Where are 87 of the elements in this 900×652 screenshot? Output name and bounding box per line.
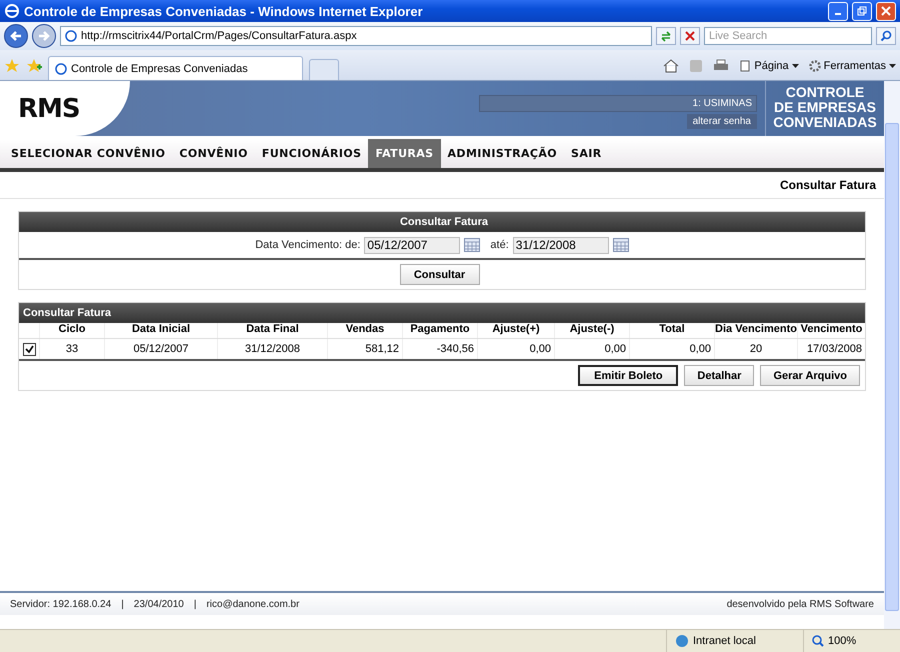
column-header: Vendas [327, 323, 402, 338]
forward-button[interactable] [32, 24, 56, 48]
brand-title: DE EMPRESAS [774, 100, 876, 115]
restore-icon [857, 6, 867, 16]
zoom-control[interactable]: 100% [803, 630, 880, 652]
printer-icon[interactable] [713, 59, 730, 73]
arrow-right-icon [37, 29, 51, 43]
date-label: até: [490, 239, 509, 251]
column-header: Ciclo [39, 323, 104, 338]
stop-button[interactable] [680, 27, 700, 45]
window-title: Controle de Empresas Conveniadas - Windows Internet Explorer [24, 4, 424, 18]
refresh-icon [660, 30, 672, 42]
browser-tab[interactable]: Controle de Empresas Conveniadas [48, 56, 303, 80]
back-button[interactable] [4, 24, 28, 48]
table-cell: -340,56 [402, 339, 477, 359]
column-header: Data Final [217, 323, 327, 338]
gear-icon [808, 60, 821, 72]
add-favorite-icon[interactable] [26, 58, 42, 74]
search-button[interactable] [876, 27, 896, 45]
search-button[interactable]: Consultar [400, 264, 480, 285]
brand-title: CONVENIADAS [773, 115, 877, 130]
command-menu[interactable]: Página [739, 60, 799, 72]
nav-tab[interactable]: CONVÊNIO [172, 139, 255, 168]
scrollbar[interactable] [884, 81, 900, 629]
minimize-icon [835, 13, 841, 15]
page-title: Consultar Fatura [780, 178, 876, 192]
table-cell: 20 [714, 339, 797, 359]
table-cell: 0,00 [629, 339, 714, 359]
action-button[interactable]: Emitir Boleto [578, 365, 678, 386]
column-header: Dia Vencimento [714, 323, 797, 338]
nav-tab[interactable]: SELECIONAR CONVÊNIO [4, 139, 172, 168]
row-checkbox[interactable] [22, 342, 36, 356]
table-cell: 581,12 [327, 339, 402, 359]
column-header: Total [629, 323, 714, 338]
restore-button[interactable] [852, 2, 872, 20]
footer-info: rico@danone.com.br [206, 598, 300, 610]
close-icon [881, 6, 891, 16]
zone-status: Intranet local [666, 630, 803, 652]
nav-tab[interactable]: FATURAS [368, 139, 441, 168]
table-cell: 05/12/2007 [104, 339, 217, 359]
command-menu[interactable]: Ferramentas [808, 60, 896, 72]
arrow-left-icon [9, 29, 23, 43]
separator: | [121, 598, 124, 610]
column-header: Pagamento [402, 323, 477, 338]
home-icon[interactable] [663, 59, 680, 73]
refresh-button[interactable] [656, 27, 676, 45]
footer-info: 23/04/2010 [134, 598, 184, 610]
zoom-icon [812, 635, 824, 647]
calendar-icon[interactable] [612, 238, 629, 252]
address-field[interactable]: http://rmscitrix44/PortalCrm/Pages/ConsultarFatura.aspx [60, 26, 652, 46]
column-header: Data Inicial [104, 323, 217, 338]
minimize-button[interactable] [828, 2, 848, 20]
action-button[interactable]: Gerar Arquivo [760, 365, 860, 386]
browser-logo-icon [4, 3, 20, 19]
credit-text: desenvolvido pela RMS Software [726, 598, 874, 610]
search-field[interactable]: Live Search [704, 27, 872, 45]
search-icon [880, 30, 892, 42]
caret-icon [889, 64, 896, 68]
nav-tab[interactable]: SAIR [564, 139, 609, 168]
table-cell: 0,00 [477, 339, 554, 359]
table-cell: 17/03/2008 [797, 339, 865, 359]
nav-tab[interactable]: ADMINISTRAÇÃO [440, 139, 564, 168]
brand-title: CONTROLE [786, 85, 864, 100]
calendar-icon[interactable] [464, 238, 480, 252]
star-icon[interactable] [4, 58, 20, 74]
table-cell: 33 [39, 339, 104, 359]
footer-info: Servidor: 192.168.0.24 [10, 598, 112, 610]
column-header: Ajuste(-) [554, 323, 629, 338]
panel-title: Consultar Fatura [19, 212, 865, 232]
column-header: Vencimento [797, 323, 865, 338]
nav-tab[interactable]: FUNCIONÁRIOS [254, 139, 368, 168]
user-label: 1: USIMINAS [479, 95, 757, 112]
panel-title: Consultar Fatura [19, 303, 865, 323]
table-cell: 0,00 [554, 339, 629, 359]
date-field[interactable]: 05/12/2007 [364, 236, 460, 254]
separator: | [194, 598, 196, 610]
action-button[interactable]: Detalhar [684, 365, 754, 386]
close-button[interactable] [876, 2, 896, 20]
logo: RMS [18, 94, 80, 124]
column-header: Ajuste(+) [477, 323, 554, 338]
change-password-link[interactable]: alterar senha [686, 114, 757, 129]
globe-icon [675, 634, 689, 648]
stop-icon [684, 30, 696, 42]
date-field[interactable]: 31/12/2008 [512, 236, 609, 254]
date-label: Data Vencimento: de: [255, 239, 360, 251]
table-cell: 31/12/2008 [217, 339, 327, 359]
caret-icon [792, 64, 799, 68]
